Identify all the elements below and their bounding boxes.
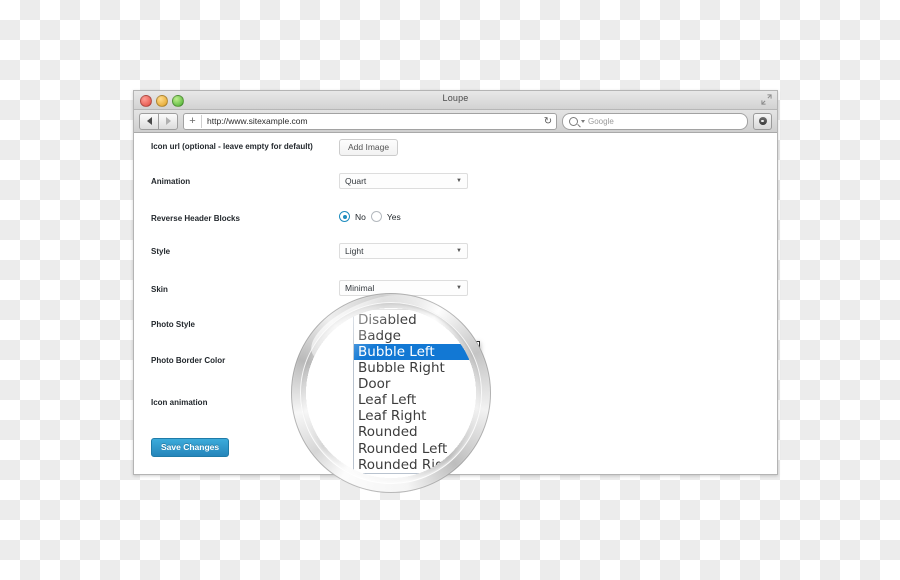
- chevron-down-icon: ▼: [456, 285, 462, 291]
- label-animation: Animation: [151, 177, 191, 186]
- save-button-wrap: Save Changes: [151, 437, 230, 458]
- label-skin: Skin: [151, 285, 168, 294]
- forward-arrow-icon: [165, 117, 171, 125]
- back-arrow-icon: [146, 117, 152, 125]
- animation-select-wrap: Quart ▼: [339, 173, 468, 189]
- reader-toggle-icon: [758, 117, 767, 125]
- search-engine-chevron-icon[interactable]: [581, 119, 585, 123]
- animation-select[interactable]: Quart ▼: [339, 173, 468, 189]
- add-image-button-wrap: Add Image: [339, 137, 399, 157]
- window-title: Loupe: [442, 93, 469, 103]
- forward-button[interactable]: [158, 112, 178, 130]
- window-titlebar[interactable]: Loupe: [134, 91, 777, 110]
- nav-buttons: [139, 112, 178, 130]
- search-placeholder: Google: [588, 116, 614, 126]
- radio-no[interactable]: [339, 211, 350, 222]
- radio-yes[interactable]: [370, 211, 382, 222]
- label-icon-url: Icon url (optional - leave empty for def…: [151, 142, 313, 151]
- fullscreen-arrows-icon[interactable]: [761, 94, 772, 105]
- back-button[interactable]: [139, 112, 158, 130]
- style-select-wrap: Light ▼: [339, 243, 468, 259]
- add-image-button[interactable]: Add Image: [339, 139, 399, 157]
- loupe-ring-outer-edge: [291, 293, 491, 493]
- save-changes-button[interactable]: Save Changes: [151, 438, 230, 458]
- browser-toolbar: + http://www.sitexample.com ↻ Google: [134, 110, 777, 133]
- address-bar[interactable]: + http://www.sitexample.com ↻: [183, 112, 557, 130]
- style-select[interactable]: Light ▼: [339, 243, 468, 259]
- radio-yes-label: Yes: [386, 211, 401, 222]
- radio-no-label: No: [355, 211, 366, 222]
- label-photo-border-color: Photo Border Color: [151, 356, 226, 365]
- search-magnifier-icon: [569, 116, 578, 126]
- search-field[interactable]: Google: [562, 112, 748, 130]
- reader-toggle-button[interactable]: [753, 112, 772, 130]
- label-icon-animation: Icon animation: [151, 398, 208, 407]
- label-reverse-header-blocks: Reverse Header Blocks: [151, 214, 240, 223]
- skin-select-value: Minimal: [345, 283, 375, 293]
- reload-icon[interactable]: ↻: [540, 116, 556, 127]
- animation-select-value: Quart: [345, 176, 367, 186]
- loupe-magnifier[interactable]: Minimal ▼ Disabled Badge Bubble Left Bub…: [291, 280, 491, 493]
- style-select-value: Light: [345, 246, 364, 256]
- label-photo-style: Photo Style: [151, 320, 196, 329]
- label-style: Style: [151, 247, 171, 256]
- new-tab-button[interactable]: +: [184, 114, 202, 128]
- reverse-header-blocks-radios: No Yes: [339, 211, 401, 222]
- chevron-down-icon: ▼: [456, 248, 462, 254]
- chevron-down-icon: ▼: [456, 178, 462, 184]
- url-text[interactable]: http://www.sitexample.com: [202, 116, 540, 126]
